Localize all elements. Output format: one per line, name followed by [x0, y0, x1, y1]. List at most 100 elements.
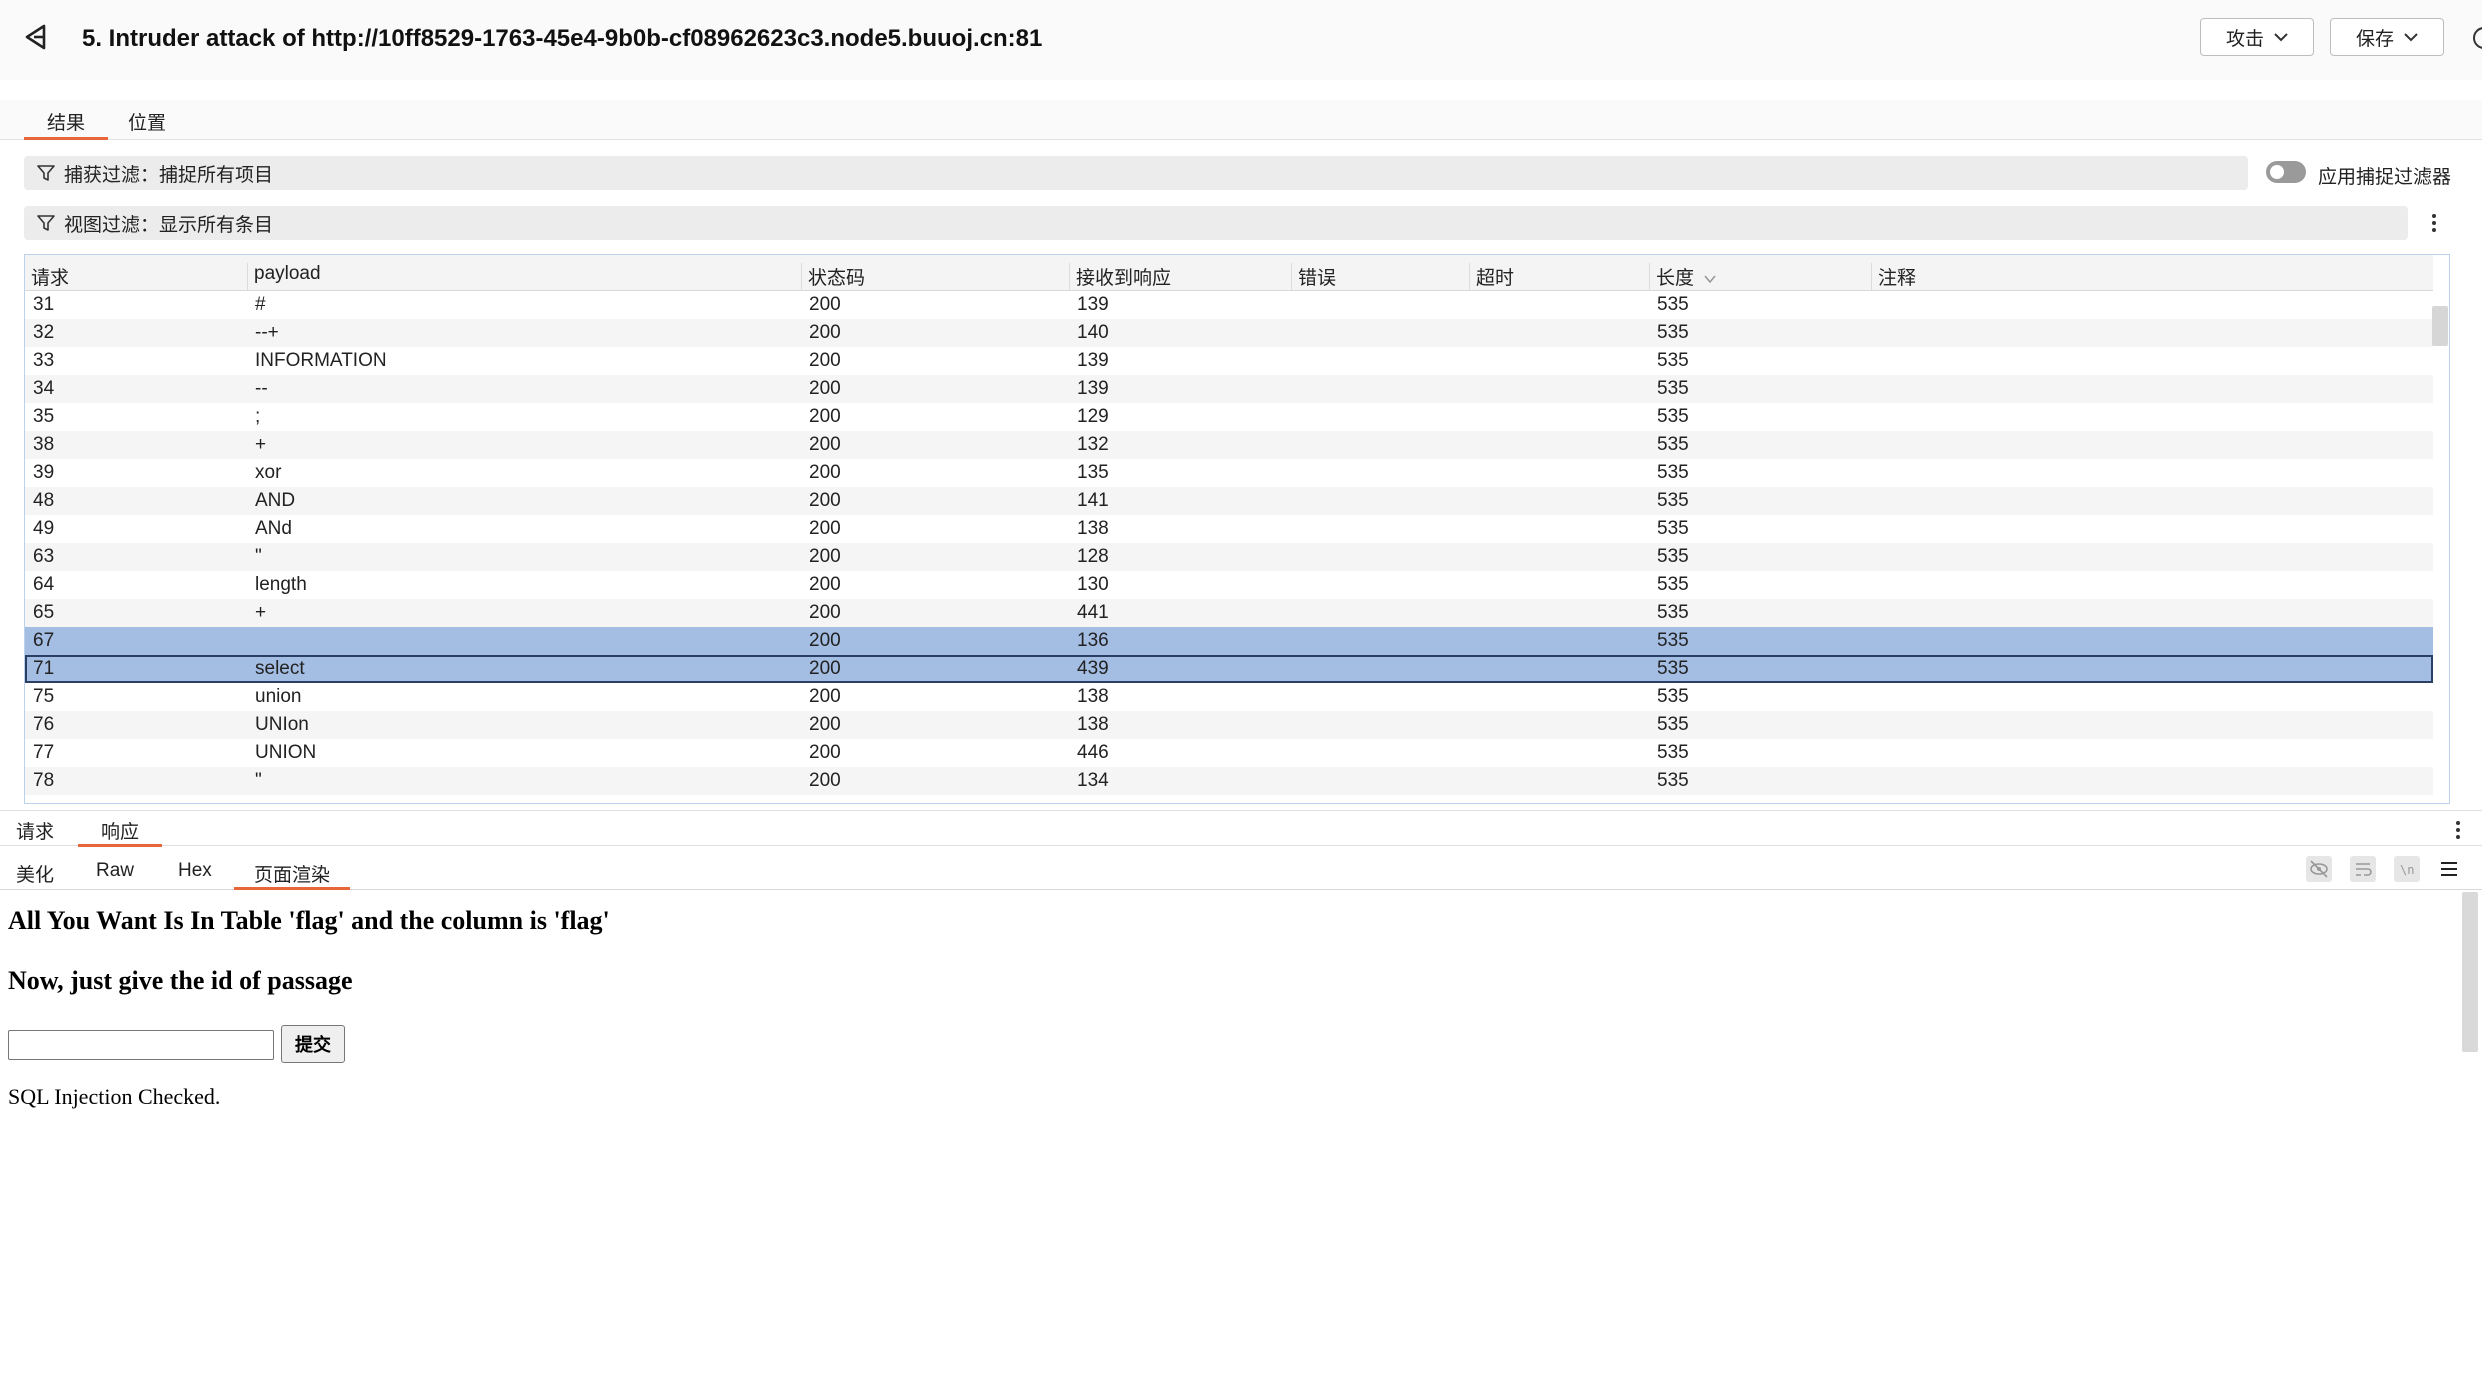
cell-payload: INFORMATION [255, 350, 387, 371]
column-header-status[interactable]: 状态码 [801, 263, 1069, 291]
cell-received: 446 [1077, 742, 1109, 763]
column-header-comment[interactable]: 注释 [1871, 263, 2433, 291]
table-row[interactable]: 35; 200 129 535 [25, 403, 2433, 431]
sort-descending-icon [1704, 275, 1716, 284]
cell-length: 535 [1657, 518, 1689, 539]
cell-status: 200 [809, 350, 841, 371]
table-row[interactable]: 48 AND 200 141 535 [25, 487, 2433, 515]
save-button-label: 保存 [2355, 28, 2394, 50]
cell-length: 535 [1657, 630, 1689, 651]
cell-received: 129 [1077, 406, 1109, 427]
column-header-timeout[interactable]: 超时 [1469, 263, 1649, 291]
capture-filter-bar[interactable]: 捕获过滤：捕捉所有项目 [24, 156, 2248, 190]
column-header-error[interactable]: 错误 [1291, 263, 1469, 291]
cell-length: 535 [1657, 574, 1689, 595]
newline-icon[interactable]: \n [2394, 856, 2420, 882]
cell-length: 535 [1657, 490, 1689, 511]
rendered-page: All You Want Is In Table 'flag' and the … [0, 892, 2482, 1380]
more-vertical-icon[interactable] [2452, 816, 2464, 844]
cell-status: 200 [809, 714, 841, 735]
results-table: 请求 payload 状态码 接收到响应 错误 超时 长度 注释 31 #200 1… [24, 254, 2450, 804]
table-row[interactable]: 31 #200 139 535 [25, 291, 2433, 319]
back-icon[interactable] [22, 22, 52, 52]
cell-status: 200 [809, 490, 841, 511]
attack-button[interactable]: 攻击 [2200, 18, 2314, 56]
tab-raw[interactable]: Raw [96, 860, 134, 890]
view-filter-label: 视图过滤：显示所有条目 [64, 214, 274, 236]
cell-status: 200 [809, 378, 841, 399]
table-header: 请求 payload 状态码 接收到响应 错误 超时 长度 注释 [25, 255, 2433, 291]
render-heading-2: Now, just give the id of passage [8, 966, 353, 995]
render-heading-1: All You Want Is In Table 'flag' and the … [8, 906, 610, 935]
cell-payload: union [255, 686, 302, 707]
table-row[interactable]: 77 UNION 200 446 535 [25, 739, 2433, 767]
table-row[interactable]: 64 length 200 130 535 [25, 571, 2433, 599]
cell-length: 535 [1657, 350, 1689, 371]
cell-length: 535 [1657, 770, 1689, 791]
cell-req: 78 [33, 770, 55, 791]
table-row[interactable]: 34 -- 200 139 535 [25, 375, 2433, 403]
render-submit-button[interactable]: 提交 [281, 1025, 345, 1063]
cell-status: 200 [809, 434, 841, 455]
cell-length: 535 [1657, 322, 1689, 343]
cell-status: 200 [809, 518, 841, 539]
apply-capture-filter-label: 应用捕捉过滤器 [2318, 167, 2452, 188]
tab-render[interactable]: 页面渲染 [234, 860, 350, 890]
view-filter-bar[interactable]: 视图过滤：显示所有条目 [24, 206, 2408, 240]
table-row[interactable]: 71 select 200 439 535 [25, 655, 2433, 683]
table-row[interactable]: 65 +200 441 535 [25, 599, 2433, 627]
cell-payload: UNION [255, 742, 317, 763]
tab-pretty[interactable]: 美化 [16, 860, 54, 890]
table-row[interactable]: 75 union 200 138 535 [25, 683, 2433, 711]
save-button[interactable]: 保存 [2330, 18, 2444, 56]
column-header-length[interactable]: 长度 [1649, 263, 1869, 291]
message-tabs: 请求 响应 [0, 810, 2482, 847]
render-scrollbar[interactable] [2462, 892, 2478, 1052]
cell-payload: " [255, 770, 262, 791]
settings-icon[interactable] [2470, 24, 2482, 52]
cell-status: 200 [809, 658, 841, 679]
table-row[interactable]: 39 xor 200 135 535 [25, 459, 2433, 487]
table-row[interactable]: 32 --+ 200 140 535 [25, 319, 2433, 347]
cell-received: 139 [1077, 378, 1109, 399]
svg-text:\n: \n [2400, 863, 2414, 877]
cell-payload: length [255, 574, 307, 595]
table-row[interactable]: 76 UNIon 200 138 535 [25, 711, 2433, 739]
attack-button-label: 攻击 [2225, 28, 2264, 50]
tab-results[interactable]: 结果 [24, 108, 108, 140]
tab-response[interactable]: 响应 [78, 817, 162, 847]
capture-filter-label: 捕获过滤：捕捉所有项目 [64, 164, 274, 186]
cell-req: 65 [33, 602, 55, 623]
column-header-request[interactable]: 请求 [25, 263, 241, 291]
column-header-payload[interactable]: payload [247, 263, 801, 291]
cell-length: 535 [1657, 686, 1689, 707]
tab-positions[interactable]: 位置 [128, 108, 166, 140]
cell-received: 441 [1077, 602, 1109, 623]
table-row[interactable]: 49 ANd 200 138 535 [25, 515, 2433, 543]
table-row[interactable]: 38 +200 132 535 [25, 431, 2433, 459]
column-header-received[interactable]: 接收到响应 [1069, 263, 1291, 291]
table-row[interactable]: 33 INFORMATION 200 139 535 [25, 347, 2433, 375]
cell-req: 49 [33, 518, 55, 539]
cell-received: 135 [1077, 462, 1109, 483]
cell-length: 535 [1657, 434, 1689, 455]
table-row[interactable]: 67 200 136 535 [25, 627, 2433, 655]
wrap-lines-icon[interactable] [2350, 856, 2376, 882]
cell-req: 67 [33, 630, 55, 651]
eye-off-icon[interactable] [2306, 856, 2332, 882]
filter-icon [37, 215, 55, 231]
table-row[interactable]: 63 " 200 128 535 [25, 543, 2433, 571]
cell-status: 200 [809, 294, 841, 315]
tab-request[interactable]: 请求 [16, 817, 54, 847]
more-vertical-icon[interactable] [2428, 208, 2440, 238]
menu-icon[interactable] [2438, 858, 2460, 880]
table-scrollbar[interactable] [2432, 306, 2448, 346]
cell-length: 535 [1657, 602, 1689, 623]
table-row[interactable]: 78 " 200 134 535 [25, 767, 2433, 795]
cell-req: 63 [33, 546, 55, 567]
tab-hex[interactable]: Hex [178, 860, 212, 890]
cell-received: 138 [1077, 686, 1109, 707]
cell-req: 76 [33, 714, 55, 735]
cell-req: 33 [33, 350, 55, 371]
render-id-input[interactable] [8, 1030, 274, 1060]
